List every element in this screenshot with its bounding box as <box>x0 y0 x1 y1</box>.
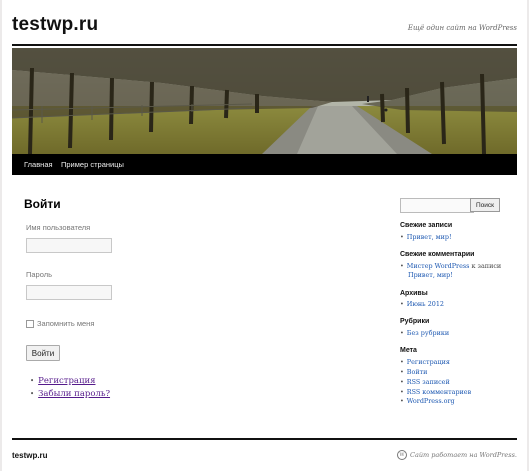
remember-me-option[interactable]: Запомнить меня <box>26 319 94 328</box>
meta-rss-comments-link[interactable]: RSS комментариев <box>407 388 471 396</box>
category-item[interactable]: • Без рубрики <box>400 329 449 337</box>
header-image[interactable] <box>12 48 517 154</box>
header-image-graphic <box>12 48 517 154</box>
meta-rss-posts-link[interactable]: RSS записей <box>407 378 450 386</box>
wordpress-logo-icon: W <box>396 450 407 460</box>
meta-item[interactable]: • Регистрация <box>400 358 450 366</box>
list-bullet: • <box>400 233 404 241</box>
meta-item[interactable]: • RSS записей <box>400 378 450 386</box>
powered-by-text[interactable]: Сайт работает на WordPress. <box>410 451 517 459</box>
login-button[interactable]: Войти <box>26 345 60 361</box>
username-label: Имя пользователя <box>26 223 91 232</box>
category-link[interactable]: Без рубрики <box>407 329 449 337</box>
archives-title: Архивы <box>400 290 428 297</box>
list-bullet: • <box>400 388 404 396</box>
comment-connector: к записи <box>471 262 502 270</box>
remember-me-label: Запомнить меня <box>37 319 95 328</box>
site-title[interactable]: testwp.ru <box>12 14 98 36</box>
list-bullet: • <box>400 378 404 386</box>
recent-comments-title: Свежие комментарии <box>400 251 475 258</box>
nav-item-home[interactable]: Главная <box>24 154 53 175</box>
register-link[interactable]: Регистрация <box>38 376 95 386</box>
lost-password-link-item[interactable]: • Забыли пароль? <box>30 389 110 399</box>
list-bullet: • <box>400 397 404 405</box>
register-link-item[interactable]: • Регистрация <box>30 376 95 386</box>
powered-by-link[interactable]: W Сайт работает на WordPress. <box>396 450 517 460</box>
meta-register-link[interactable]: Регистрация <box>407 358 450 366</box>
meta-wordpress-link[interactable]: WordPress.org <box>407 397 455 405</box>
password-input[interactable] <box>26 285 112 300</box>
meta-login-link[interactable]: Войти <box>407 368 428 376</box>
list-bullet: • <box>400 368 404 376</box>
comment-post-link[interactable]: Привет, мир! <box>408 271 453 279</box>
remember-me-checkbox[interactable] <box>26 319 34 328</box>
recent-post-item[interactable]: • Привет, мир! <box>400 233 452 241</box>
categories-title: Рубрики <box>400 318 430 325</box>
search-input[interactable] <box>400 198 474 213</box>
list-bullet: • <box>400 300 404 308</box>
list-bullet: • <box>30 377 35 385</box>
comment-author-link[interactable]: Мистер WordPress <box>407 262 470 270</box>
username-input[interactable] <box>26 238 112 253</box>
meta-title: Мета <box>400 347 417 354</box>
meta-item[interactable]: • RSS комментариев <box>400 388 471 396</box>
meta-item[interactable]: • WordPress.org <box>400 397 455 405</box>
list-bullet: • <box>400 329 404 337</box>
footer-site-title[interactable]: testwp.ru <box>12 451 48 460</box>
recent-posts-title: Свежие записи <box>400 222 453 229</box>
header-divider <box>12 44 517 46</box>
list-bullet: • <box>30 390 35 398</box>
archive-item[interactable]: • Июнь 2012 <box>400 300 444 308</box>
nav-item-sample-page[interactable]: Пример страницы <box>61 154 124 175</box>
page: testwp.ru Ещё один сайт на WordPress Гла… <box>2 0 527 471</box>
footer-divider <box>12 438 517 440</box>
main-navigation: Главная Пример страницы <box>12 154 517 175</box>
list-bullet: • <box>400 358 404 366</box>
meta-item[interactable]: • Войти <box>400 368 427 376</box>
search-button[interactable]: Поиск <box>470 198 500 212</box>
site-tagline: Ещё один сайт на WordPress <box>407 24 517 32</box>
lost-password-link[interactable]: Забыли пароль? <box>38 389 110 399</box>
recent-post-link[interactable]: Привет, мир! <box>407 233 452 241</box>
recent-comment-item: • Мистер WordPress к записи <box>400 262 501 270</box>
login-heading: Войти <box>24 197 61 211</box>
password-label: Пароль <box>26 270 53 279</box>
list-bullet: • <box>400 262 404 270</box>
archive-link[interactable]: Июнь 2012 <box>407 300 444 308</box>
